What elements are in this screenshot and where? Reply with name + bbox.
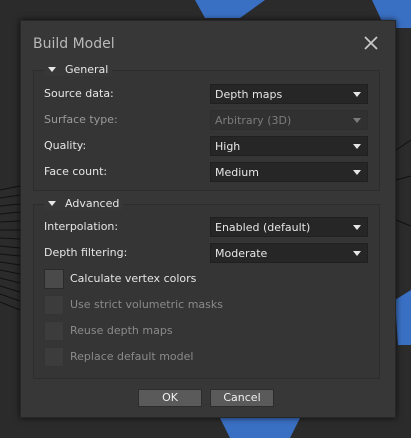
dropdown-arrow-icon bbox=[353, 170, 361, 175]
quality-value: High bbox=[215, 140, 241, 153]
replace-default-model-label: Replace default model bbox=[70, 350, 194, 363]
dropdown-arrow-icon bbox=[353, 92, 361, 97]
source-data-select[interactable]: Depth maps bbox=[210, 84, 368, 104]
dropdown-arrow-icon bbox=[353, 251, 361, 256]
quality-select[interactable]: High bbox=[210, 136, 368, 156]
close-icon[interactable] bbox=[362, 34, 380, 52]
checkbox-box[interactable] bbox=[44, 269, 64, 289]
source-data-row: Source data: Depth maps bbox=[44, 84, 369, 104]
strict-volumetric-masks-checkbox: Use strict volumetric masks bbox=[44, 295, 344, 315]
build-model-dialog: Build Model General Source data: Depth m… bbox=[20, 20, 396, 418]
depth-filtering-label: Depth filtering: bbox=[44, 246, 128, 259]
depth-filtering-value: Moderate bbox=[215, 247, 268, 260]
checkbox-box bbox=[44, 321, 64, 341]
face-count-row: Face count: Medium bbox=[44, 162, 369, 182]
surface-type-row: Surface type: Arbitrary (3D) bbox=[44, 110, 369, 130]
strict-volumetric-masks-label: Use strict volumetric masks bbox=[70, 298, 224, 311]
depth-filtering-select[interactable]: Moderate bbox=[210, 243, 368, 263]
interpolation-value: Enabled (default) bbox=[215, 221, 311, 234]
interpolation-label: Interpolation: bbox=[44, 220, 119, 233]
checkbox-box bbox=[44, 295, 64, 315]
quality-row: Quality: High bbox=[44, 136, 369, 156]
general-group: General Source data: Depth maps Surface … bbox=[33, 63, 380, 191]
quality-label: Quality: bbox=[44, 139, 87, 152]
dropdown-arrow-icon bbox=[353, 118, 361, 123]
dialog-title: Build Model bbox=[33, 36, 115, 52]
advanced-heading: Advanced bbox=[65, 197, 120, 210]
surface-type-label: Surface type: bbox=[44, 113, 118, 126]
calculate-vertex-colors-label: Calculate vertex colors bbox=[70, 272, 197, 285]
surface-type-select: Arbitrary (3D) bbox=[210, 110, 368, 130]
checkbox-box bbox=[44, 347, 64, 367]
collapse-caret-icon[interactable] bbox=[48, 201, 56, 206]
source-data-value: Depth maps bbox=[215, 88, 283, 101]
dropdown-arrow-icon bbox=[353, 144, 361, 149]
reuse-depth-maps-checkbox: Reuse depth maps bbox=[44, 321, 344, 341]
ok-button[interactable]: OK bbox=[138, 389, 202, 407]
advanced-group-header[interactable]: Advanced bbox=[44, 197, 124, 210]
interpolation-select[interactable]: Enabled (default) bbox=[210, 217, 368, 237]
general-group-header[interactable]: General bbox=[44, 63, 113, 76]
source-data-label: Source data: bbox=[44, 87, 114, 100]
replace-default-model-checkbox: Replace default model bbox=[44, 347, 344, 367]
reuse-depth-maps-label: Reuse depth maps bbox=[70, 324, 173, 337]
calculate-vertex-colors-checkbox[interactable]: Calculate vertex colors bbox=[44, 269, 344, 289]
face-count-select[interactable]: Medium bbox=[210, 162, 368, 182]
interpolation-row: Interpolation: Enabled (default) bbox=[44, 217, 369, 237]
collapse-caret-icon[interactable] bbox=[48, 67, 56, 72]
face-count-value: Medium bbox=[215, 166, 259, 179]
face-count-label: Face count: bbox=[44, 165, 108, 178]
advanced-group: Advanced Interpolation: Enabled (default… bbox=[33, 197, 380, 379]
surface-type-value: Arbitrary (3D) bbox=[215, 114, 292, 127]
depth-filtering-row: Depth filtering: Moderate bbox=[44, 243, 369, 263]
dropdown-arrow-icon bbox=[353, 225, 361, 230]
general-heading: General bbox=[65, 63, 109, 76]
cancel-button[interactable]: Cancel bbox=[210, 389, 274, 407]
